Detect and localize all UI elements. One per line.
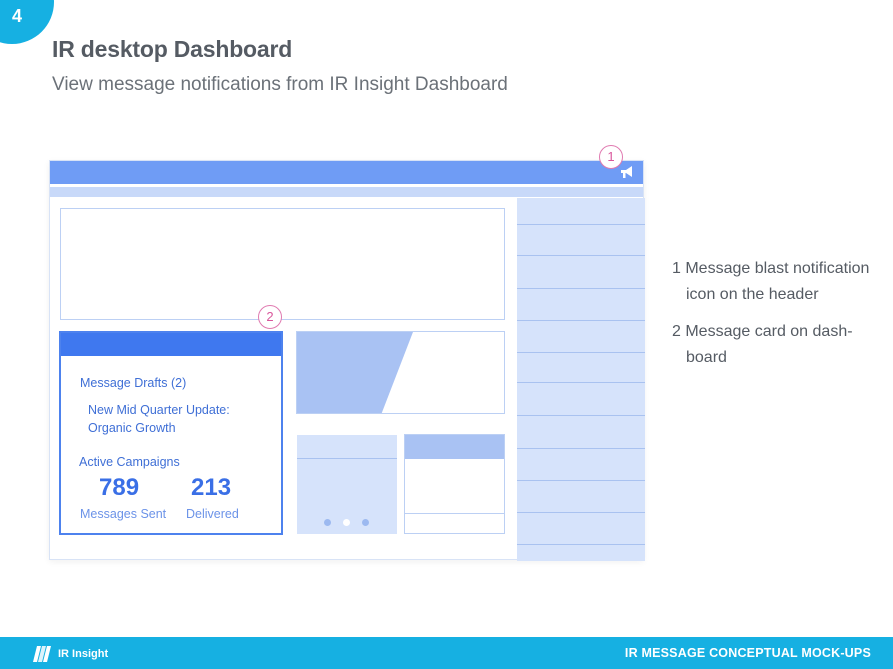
sidebar-divider: [517, 448, 645, 449]
message-card[interactable]: Message Drafts (2) New Mid Quarter Updat…: [59, 331, 283, 535]
content-tile-header: [405, 435, 504, 459]
active-campaigns-label: Active Campaigns: [79, 455, 180, 469]
annotation-notes: 1 Message blast notification icon on the…: [672, 256, 892, 382]
carousel-dot[interactable]: [343, 519, 350, 526]
sidebar-divider: [517, 544, 645, 545]
note-line: board: [686, 349, 727, 366]
footer-bar: IR Insight IR MESSAGE CONCEPTUAL MOCK-UP…: [0, 637, 893, 669]
draft-title-line1[interactable]: New Mid Quarter Update:: [88, 403, 230, 417]
message-card-header: [61, 333, 281, 356]
ir-insight-logo-icon: [33, 646, 51, 662]
chart-placeholder-panel: [296, 331, 505, 414]
sidebar-divider: [517, 512, 645, 513]
mockup-sidebar: [517, 198, 645, 561]
page-title: IR desktop Dashboard: [52, 36, 293, 62]
delivered-label: Delivered: [186, 507, 239, 521]
sidebar-divider: [517, 480, 645, 481]
sidebar-divider: [517, 320, 645, 321]
message-drafts-label[interactable]: Message Drafts (2): [80, 376, 186, 390]
note-item: 1 Message blast notification icon on the…: [672, 256, 892, 308]
footer-title: IR MESSAGE CONCEPTUAL MOCK-UPS: [624, 646, 871, 660]
annotation-marker-1: 1: [599, 145, 623, 169]
megaphone-icon[interactable]: [619, 165, 635, 179]
draft-title-line2[interactable]: Organic Growth: [88, 421, 176, 435]
messages-sent-label: Messages Sent: [80, 507, 167, 521]
sidebar-divider: [517, 352, 645, 353]
mockup-subheader: [50, 187, 643, 197]
note-line: 2 Message card on dash-: [672, 323, 853, 340]
sidebar-divider: [517, 382, 645, 383]
note-line: icon on the header: [686, 286, 819, 303]
sidebar-divider: [517, 288, 645, 289]
messages-sent-value: 789: [99, 474, 140, 501]
sidebar-divider: [517, 224, 645, 225]
carousel-tile: [297, 435, 397, 534]
footer-brand: IR Insight: [32, 645, 108, 663]
content-tile: [404, 434, 505, 534]
annotation-marker-2: 2: [258, 305, 282, 329]
mockup-header: [50, 161, 643, 184]
note-item: 2 Message card on dash- board: [672, 319, 892, 371]
tile-divider: [297, 458, 397, 459]
note-line: 1 Message blast notification: [672, 260, 870, 277]
slide-number-badge: [0, 0, 54, 44]
dashboard-mockup: Message Drafts (2) New Mid Quarter Updat…: [49, 160, 645, 561]
delivered-value: 213: [191, 474, 232, 501]
slide-number: 4: [12, 6, 23, 26]
carousel-dot[interactable]: [324, 519, 331, 526]
chart-placeholder-shape: [297, 332, 413, 413]
sidebar-divider: [517, 415, 645, 416]
page-subtitle: View message notifications from IR Insig…: [52, 74, 508, 95]
tile-divider: [405, 513, 504, 514]
carousel-dot[interactable]: [362, 519, 369, 526]
footer-brand-name: IR Insight: [58, 648, 109, 660]
sidebar-divider: [517, 255, 645, 256]
dashboard-banner-panel: [60, 208, 505, 320]
